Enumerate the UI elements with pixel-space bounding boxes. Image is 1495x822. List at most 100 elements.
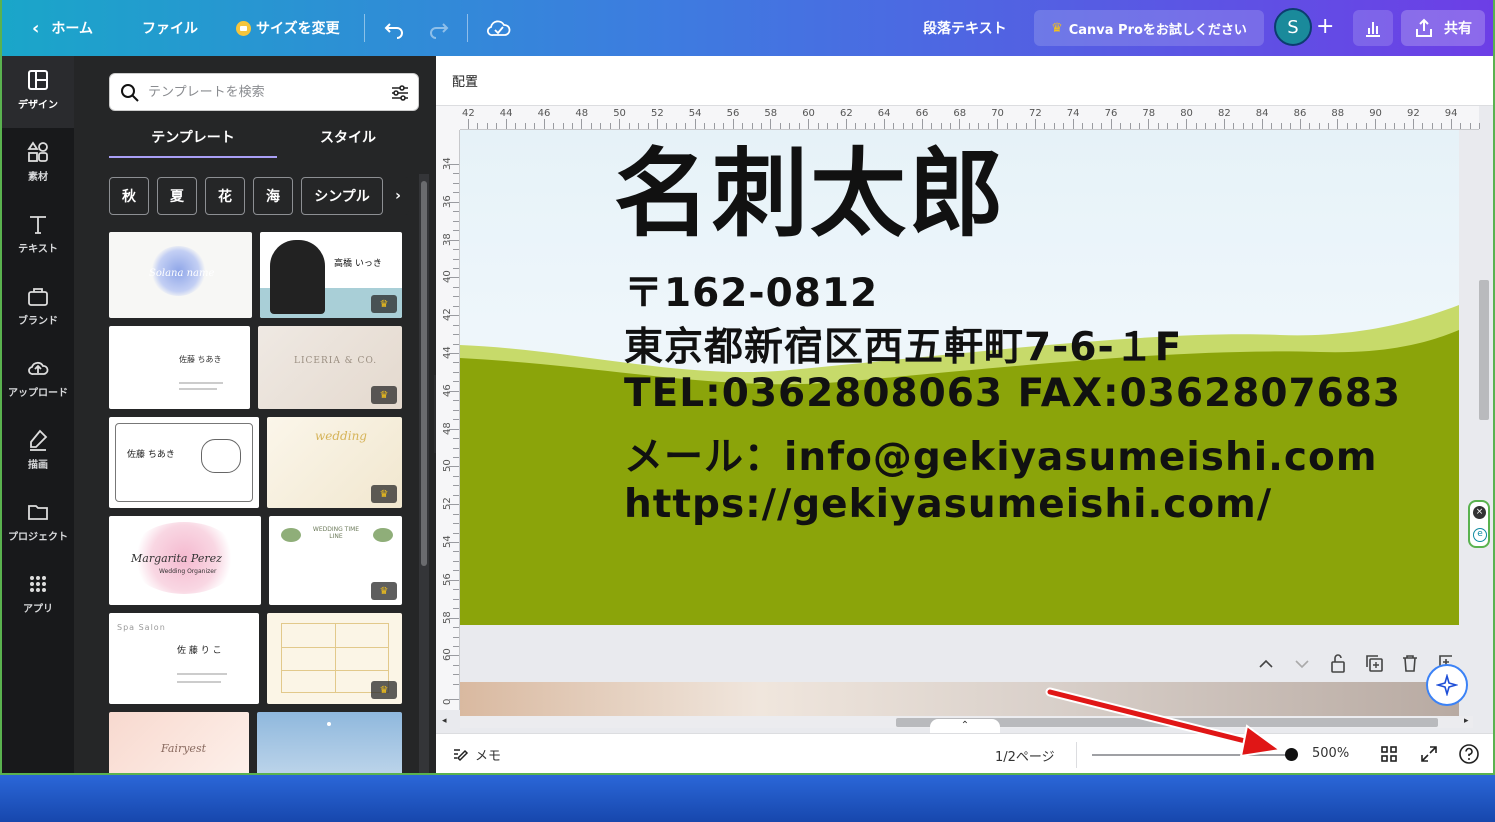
ruler-tick [789, 123, 791, 129]
ruler-tick [1280, 123, 1282, 129]
rail-elements[interactable]: 素材 [2, 128, 74, 200]
tab-templates[interactable]: テンプレート [109, 124, 277, 158]
help-icon[interactable] [1458, 743, 1480, 765]
ruler-label: 74 [1066, 108, 1080, 119]
ruler-tick [959, 119, 961, 129]
close-icon[interactable]: × [1473, 506, 1486, 519]
file-menu-button[interactable]: ファイル [142, 0, 198, 56]
element-type-label[interactable]: 段落テキスト [923, 0, 1007, 56]
card-postal[interactable]: 〒162-0812 [624, 262, 878, 318]
rail-brand[interactable]: ブランド [2, 272, 74, 344]
trash-icon[interactable] [1400, 653, 1420, 673]
design-canvas-page-1[interactable]: 名刺太郎 〒162-0812 東京都新宿区西五軒町7-6-１F TEL:0362… [460, 130, 1459, 625]
ruler-tick [453, 598, 459, 600]
ruler-tick [1025, 123, 1027, 129]
rail-apps[interactable]: アプリ [2, 560, 74, 632]
fullscreen-icon[interactable] [1420, 745, 1438, 763]
ruler-tick [453, 296, 459, 298]
insights-button[interactable] [1353, 10, 1393, 46]
ruler-tick [453, 523, 459, 525]
cloud-save-button[interactable] [486, 0, 512, 56]
tab-styles[interactable]: スタイル [264, 124, 432, 158]
card-email[interactable]: メール：info@gekiyasumeishi.com [624, 426, 1377, 482]
ruler-label: 46 [537, 108, 551, 119]
show-pages-button[interactable]: ⌃ [930, 719, 1000, 733]
template-thumb[interactable]: 佐藤 ちあき [109, 417, 259, 508]
template-thumb[interactable] [257, 712, 402, 773]
ruler-tick [1167, 123, 1169, 129]
ruler-label: 36 [442, 195, 453, 208]
share-upload-icon [1416, 18, 1432, 37]
rail-text[interactable]: テキスト [2, 200, 74, 272]
chip-simple[interactable]: シンプル [301, 177, 383, 215]
template-thumb[interactable]: Fairyest [109, 712, 249, 773]
resize-button[interactable]: サイズを変更 [236, 0, 340, 56]
thumb-grid-line [335, 623, 336, 693]
rail-draw[interactable]: 描画 [2, 416, 74, 488]
template-thumb[interactable]: wedding ♛ [267, 417, 402, 508]
ruler-tick [921, 119, 923, 129]
magic-assistant-button[interactable] [1426, 664, 1468, 706]
try-pro-button[interactable]: ♛ Canva Proをお試しください [1034, 10, 1264, 46]
template-thumb[interactable]: Solana name [109, 232, 252, 318]
home-button[interactable]: ‹ ホーム [32, 0, 93, 56]
template-thumb[interactable]: LICERIA & CO. ♛ [258, 326, 402, 409]
scroll-right-arrow-icon[interactable]: ▸ [1464, 716, 1469, 726]
extension-badge[interactable]: × e [1468, 500, 1490, 548]
ruler-tick [609, 123, 611, 129]
ruler-tick [453, 286, 459, 288]
rail-projects[interactable]: プロジェクト [2, 488, 74, 560]
scroll-left-arrow-icon[interactable]: ◂ [442, 716, 447, 726]
chip-flower[interactable]: 花 [205, 177, 245, 215]
ruler-tick [666, 123, 668, 129]
ruler-tick [723, 123, 725, 129]
duplicate-page-icon[interactable] [1364, 653, 1384, 673]
ruler-tick [1233, 123, 1235, 129]
ruler-tick [628, 123, 630, 129]
undo-icon [384, 23, 403, 39]
chevron-up-icon[interactable] [1256, 654, 1276, 674]
add-collaborator-button[interactable]: + [1316, 14, 1334, 40]
ruler-tick [1479, 123, 1481, 129]
redo-button[interactable] [427, 0, 451, 56]
panel-scrollbar-thumb[interactable] [421, 181, 427, 566]
chips-next-button[interactable]: › [387, 177, 409, 215]
position-button[interactable]: 配置 [452, 71, 478, 90]
chip-sea[interactable]: 海 [253, 177, 293, 215]
ruler-label: 50 [613, 108, 626, 119]
search-input[interactable] [148, 82, 378, 102]
template-thumb[interactable]: 高橋 いっき ♛ [260, 232, 402, 318]
chevron-down-icon[interactable] [1292, 654, 1312, 674]
ruler-label: 88 [1331, 108, 1345, 119]
template-thumb[interactable]: Margarita Perez Wedding Organizer [109, 516, 261, 605]
zoom-level[interactable]: 500% [1312, 746, 1349, 761]
ruler-label: 52 [651, 108, 664, 119]
card-phone-fax[interactable]: TEL:0362808063 FAX:0362807683 [624, 371, 1401, 416]
thumb-grid-line [281, 670, 389, 671]
share-button[interactable]: 共有 [1401, 10, 1485, 46]
notes-button[interactable]: メモ [452, 745, 501, 764]
card-url[interactable]: https://gekiyasumeishi.com/ [624, 482, 1272, 527]
template-thumb[interactable]: ♛ [267, 613, 402, 704]
filter-sliders-icon[interactable] [390, 83, 410, 103]
ruler-tick [453, 494, 459, 496]
grid-view-icon[interactable] [1380, 745, 1398, 763]
lock-icon[interactable] [1328, 652, 1348, 674]
card-name[interactable]: 名刺太郎 [614, 130, 1006, 255]
ruler-tick [638, 123, 640, 129]
template-thumb[interactable]: WEDDING TIME LINE ♛ [269, 516, 402, 605]
rail-uploads[interactable]: アップロード [2, 344, 74, 416]
ruler-label: 54 [442, 535, 453, 548]
avatar[interactable]: S [1274, 8, 1312, 46]
template-thumb[interactable]: 佐藤 ちあき [109, 326, 250, 409]
vertical-scrollbar-thumb[interactable] [1479, 280, 1489, 420]
chip-autumn[interactable]: 秋 [109, 177, 149, 215]
chip-summer[interactable]: 夏 [157, 177, 197, 215]
ruler-tick [713, 123, 715, 129]
undo-button[interactable] [382, 0, 406, 56]
rail-design[interactable]: デザイン [2, 56, 74, 128]
card-address[interactable]: 東京都新宿区西五軒町7-6-１F [624, 316, 1182, 372]
ruler-label: 38 [442, 232, 453, 246]
ruler-tick [1460, 123, 1462, 129]
template-thumb[interactable]: Spa Salon 佐 藤 り こ [109, 613, 259, 704]
